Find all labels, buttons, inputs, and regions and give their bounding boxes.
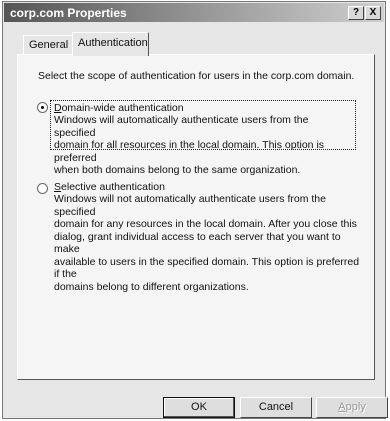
domain-wide-radio[interactable]: [37, 102, 48, 113]
selective-label: Selective authentication: [54, 181, 165, 193]
apply-button[interactable]: Apply: [316, 397, 388, 418]
domain-wide-option[interactable]: Domain-wide authentication Windows will …: [50, 100, 356, 176]
tab-general-label: General: [29, 39, 69, 51]
scope-instructions: Select the scope of authentication for u…: [38, 70, 355, 82]
description-line: domain for any resources in the local do…: [54, 218, 357, 230]
help-button[interactable]: ?: [348, 6, 364, 20]
title-bar: corp.com Properties ? X: [4, 3, 384, 22]
tab-general[interactable]: General: [23, 35, 73, 55]
domain-wide-label: Domain-wide authentication: [54, 102, 184, 114]
description-line: domain for all resources in the local do…: [54, 139, 325, 164]
description-line: when both domains belong to the same org…: [54, 164, 301, 176]
cancel-button[interactable]: Cancel: [240, 397, 312, 418]
tab-authentication-label: Authentication: [78, 37, 148, 49]
description-line: Windows will not automatically authentic…: [54, 193, 326, 218]
selective-option[interactable]: Selective authentication Windows will no…: [50, 181, 364, 293]
description-line: domains belong to different organization…: [54, 280, 249, 293]
selective-radio[interactable]: [37, 183, 48, 194]
ok-button[interactable]: OK: [163, 397, 235, 418]
properties-dialog: corp.com Properties ? X General Authenti…: [2, 1, 388, 419]
description-line: Windows will automatically authenticate …: [54, 114, 309, 139]
window-title: corp.com Properties: [10, 6, 127, 20]
domain-wide-description: Windows will automatically authenticate …: [54, 114, 352, 177]
selective-description: Windows will not automatically authentic…: [54, 193, 360, 293]
description-line: available to users in the specified doma…: [54, 255, 360, 281]
authentication-panel: Select the scope of authentication for u…: [17, 54, 375, 380]
close-button[interactable]: X: [365, 6, 381, 20]
description-line: dialog, grant individual access to each …: [54, 230, 341, 256]
radio-selected-dot: [41, 106, 44, 109]
tab-authentication[interactable]: Authentication: [72, 32, 149, 56]
